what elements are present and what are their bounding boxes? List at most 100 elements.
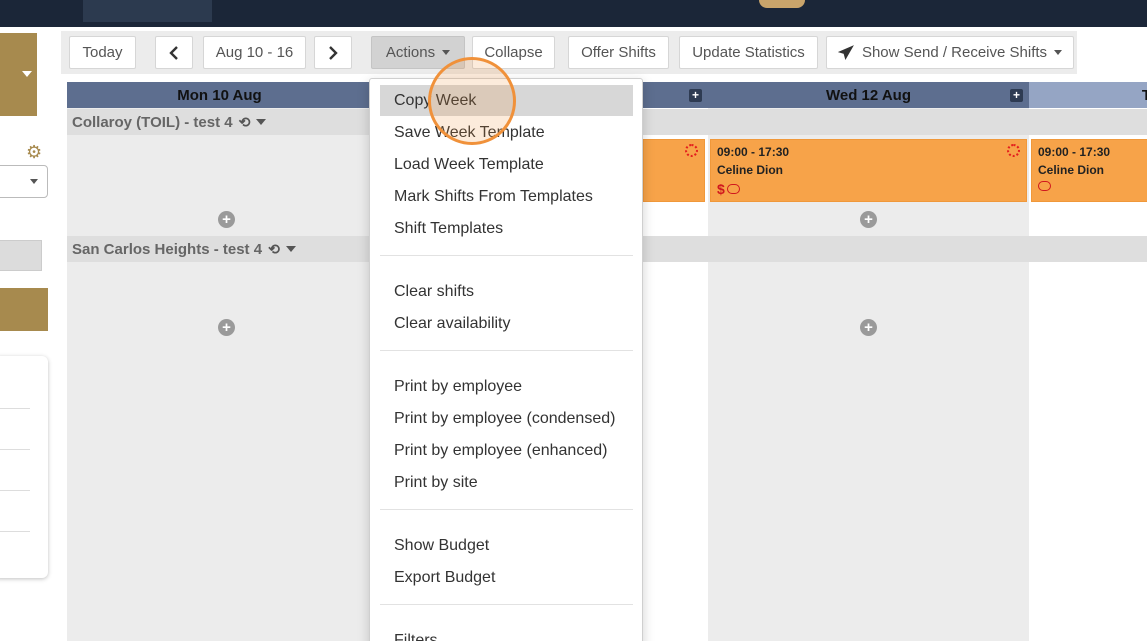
menu-item-print-by-employee-enhanced[interactable]: Print by employee (enhanced) (380, 435, 633, 466)
shift-card[interactable]: 09:00 - 17:30 Celine Dion $ (710, 139, 1027, 202)
divider (0, 408, 30, 409)
alert-icon (685, 144, 698, 157)
sidebar-location-button[interactable] (0, 33, 37, 116)
menu-divider (380, 604, 633, 605)
add-shift-icon[interactable]: + (860, 211, 877, 228)
menu-item-label: Print by site (394, 473, 478, 491)
menu-item-export-budget[interactable]: Export Budget (380, 562, 633, 593)
add-shift-icon[interactable]: + (218, 211, 235, 228)
expand-day-icon[interactable]: + (1010, 89, 1023, 102)
menu-item-label: Print by employee (condensed) (394, 409, 616, 427)
alert-icon (1007, 144, 1020, 157)
menu-item-label: Export Budget (394, 568, 496, 586)
menu-item-save-week-template[interactable]: Save Week Template (380, 117, 633, 148)
sidebar-action-button[interactable] (0, 288, 48, 331)
menu-divider (380, 509, 633, 510)
divider (0, 449, 30, 450)
add-shift-icon[interactable]: + (860, 319, 877, 336)
menu-item-label: Clear availability (394, 314, 511, 332)
day-header-wed: Wed 12 Aug (708, 82, 1029, 108)
next-week-button[interactable] (314, 36, 352, 69)
send-receive-label: Show Send / Receive Shifts (861, 44, 1048, 61)
menu-item-label: Print by employee (enhanced) (394, 441, 608, 459)
menu-divider (380, 350, 633, 351)
menu-item-label: Clear shifts (394, 282, 475, 300)
menu-item-label: Mark Shifts From Templates (394, 187, 593, 205)
menu-item-print-by-employee-condensed[interactable]: Print by employee (condensed) (380, 403, 633, 434)
menu-item-label: Print by employee (394, 377, 523, 395)
repeat-icon[interactable]: ⟲ (268, 241, 280, 258)
menu-item-load-week-template[interactable]: Load Week Template (380, 149, 633, 180)
repeat-icon[interactable]: ⟲ (239, 114, 251, 131)
menu-item-label: Copy Week (394, 91, 477, 109)
day-column-mon (67, 107, 386, 641)
send-receive-shifts-button[interactable]: Show Send / Receive Shifts (826, 36, 1074, 69)
shift-employee: Celine Dion (1038, 163, 1105, 177)
menu-item-show-budget[interactable]: Show Budget (380, 530, 633, 561)
expand-day-icon[interactable]: + (689, 89, 702, 102)
offer-shifts-button[interactable]: Offer Shifts (568, 36, 669, 69)
paper-plane-icon (837, 45, 854, 60)
menu-item-filters[interactable]: Filters (380, 625, 633, 641)
collapse-button[interactable]: Collapse (472, 36, 555, 69)
menu-item-mark-shifts-from-templates[interactable]: Mark Shifts From Templates (380, 181, 633, 212)
sidebar-field[interactable] (0, 240, 42, 271)
menu-item-label: Load Week Template (394, 155, 544, 173)
day-label: Wed 12 Aug (825, 86, 911, 104)
shift-employee: Celine Dion (717, 163, 784, 177)
caret-down-icon[interactable] (256, 119, 267, 125)
add-shift-icon[interactable]: + (218, 319, 235, 336)
menu-item-copy-week[interactable]: Copy Week (380, 85, 633, 116)
shift-card[interactable]: 09:00 - 17:30 Celine Dion (1031, 139, 1147, 202)
chevron-down-icon (30, 179, 38, 184)
today-button[interactable]: Today (69, 36, 136, 69)
menu-item-label: Filters (394, 631, 438, 641)
day-label: T (1141, 86, 1147, 104)
menu-item-print-by-site[interactable]: Print by site (380, 467, 633, 498)
site-name: Collaroy (TOIL) - test 4 (72, 113, 233, 131)
chevron-right-icon (329, 45, 338, 60)
menu-divider (380, 255, 633, 256)
top-nav-item[interactable] (83, 0, 212, 22)
day-header-mon: Mon 10 Aug (67, 82, 372, 108)
menu-item-print-by-employee[interactable]: Print by employee (380, 371, 633, 402)
update-statistics-button[interactable]: Update Statistics (679, 36, 818, 69)
user-avatar[interactable] (759, 0, 805, 8)
comment-icon (726, 184, 740, 194)
date-range-label: Aug 10 - 16 (215, 44, 294, 61)
chevron-left-icon (169, 45, 178, 60)
menu-item-label: Show Budget (394, 536, 490, 554)
menu-item-label: Shift Templates (394, 219, 504, 237)
dollar-icon: $ (717, 181, 725, 197)
divider (0, 490, 30, 491)
sidebar-panel (0, 356, 48, 578)
update-statistics-label: Update Statistics (692, 44, 805, 61)
top-navbar (0, 0, 1147, 27)
offer-shifts-label: Offer Shifts (581, 44, 656, 61)
divider (0, 531, 30, 532)
day-header-thu: T (1029, 82, 1147, 108)
caret-down-icon[interactable] (285, 246, 296, 252)
sidebar-select[interactable] (0, 165, 48, 198)
actions-menu: Copy Week Save Week Template Load Week T… (369, 78, 643, 641)
site-name: San Carlos Heights - test 4 (72, 240, 263, 258)
caret-down-icon (1054, 50, 1063, 55)
actions-label: Actions (385, 44, 436, 61)
actions-dropdown-button[interactable]: Actions (371, 36, 465, 69)
shift-time: 09:00 - 17:30 (1038, 145, 1111, 159)
date-range-button[interactable]: Aug 10 - 16 (203, 36, 306, 69)
chevron-down-icon (22, 71, 32, 77)
menu-item-clear-shifts[interactable]: Clear shifts (380, 276, 633, 307)
caret-down-icon (442, 50, 451, 55)
shift-card[interactable] (643, 139, 705, 202)
menu-item-label: Save Week Template (394, 123, 545, 141)
shift-time: 09:00 - 17:30 (717, 145, 790, 159)
today-label: Today (82, 44, 123, 61)
collapse-label: Collapse (484, 44, 543, 61)
menu-item-shift-templates[interactable]: Shift Templates (380, 213, 633, 244)
comment-icon (1038, 181, 1051, 191)
day-label: Mon 10 Aug (177, 86, 262, 104)
gear-icon[interactable]: ⚙ (26, 143, 42, 161)
prev-week-button[interactable] (155, 36, 193, 69)
menu-item-clear-availability[interactable]: Clear availability (380, 308, 633, 339)
